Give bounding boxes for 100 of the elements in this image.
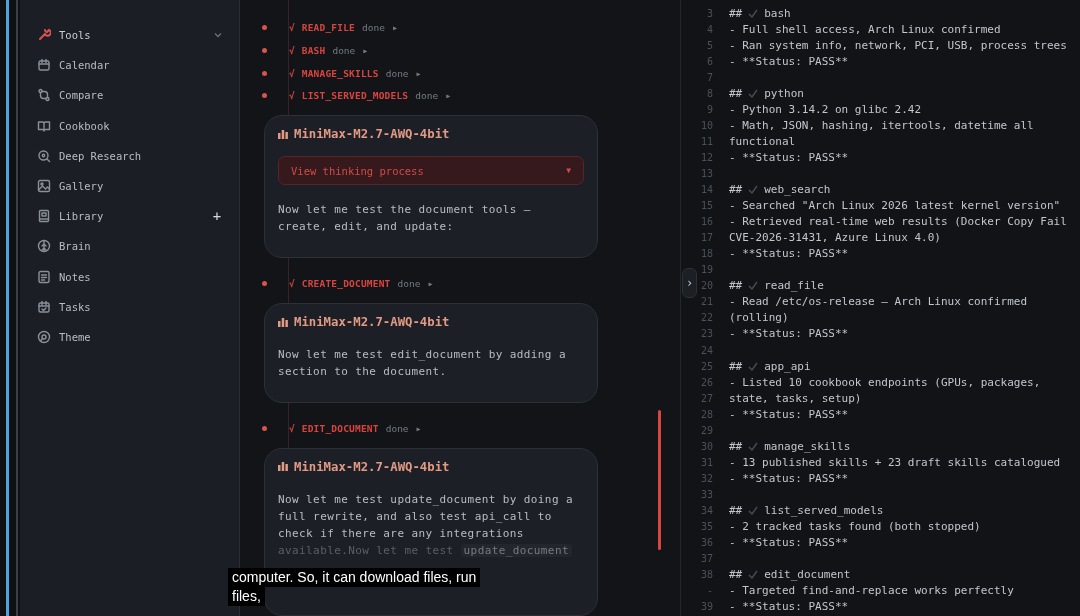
model-name: MiniMax-M2.7-AWQ-4bit: [294, 459, 450, 474]
notes-icon: [37, 269, 51, 284]
heading-mark: ##: [729, 6, 743, 20]
document-line: - **Status: PASS**: [729, 600, 849, 614]
line-number: 6: [706, 55, 713, 67]
tool-status: done: [362, 21, 385, 33]
bar-chart-icon: [278, 317, 288, 327]
check-icon: [748, 441, 759, 451]
tasks-icon: [37, 299, 51, 314]
sidebar-item[interactable]: Notes: [37, 261, 223, 292]
tool-name[interactable]: LIST_SERVED_MODELS: [301, 90, 409, 102]
line-number: 31: [700, 456, 713, 468]
document-line: - Searched "Arch Linux 2026 latest kernel version": [729, 199, 1061, 213]
timeline-dot: [262, 93, 267, 99]
line-number: 30: [700, 440, 713, 452]
timeline-dot: [262, 24, 267, 30]
document-line: - **Status: PASS**: [729, 471, 849, 485]
timeline-dot: [262, 70, 267, 76]
tool-name[interactable]: EDIT_DOCUMENT: [301, 423, 379, 435]
sidebar-item[interactable]: Library +: [37, 201, 223, 232]
line-number: 8: [706, 87, 713, 99]
bar-chart-icon: [278, 129, 288, 139]
scrollbar[interactable]: [658, 410, 661, 550]
tool-status: done: [385, 423, 409, 435]
wrench-icon: [37, 28, 51, 43]
thinking-toggle[interactable]: View thinking process ▼: [278, 156, 584, 186]
expand-arrow[interactable]: ▸: [362, 44, 369, 56]
line-number: 15: [700, 200, 713, 212]
document-line: state, tasks, setup): [729, 391, 862, 405]
model-name: MiniMax-M2.7-AWQ-4bit: [294, 315, 450, 330]
timeline-dot: [262, 281, 267, 287]
check-mark: √: [289, 44, 295, 56]
heading-mark: ##: [729, 279, 743, 293]
line-number: 36: [700, 537, 713, 549]
line-number: 20: [700, 280, 713, 292]
tool-name[interactable]: BASH: [301, 44, 326, 56]
sidebar-item[interactable]: Compare: [37, 80, 223, 111]
line-number: 35: [700, 521, 713, 532]
line-number: 7: [706, 71, 713, 83]
check-icon: [748, 185, 759, 195]
message-text: Now let me test the document tools — create, edit, and update:: [278, 202, 532, 236]
heading-mark: ##: [729, 568, 743, 582]
sidebar-item[interactable]: Brain: [37, 231, 223, 262]
sidebar-item[interactable]: Gallery: [37, 170, 223, 202]
check-mark: √: [289, 21, 295, 33]
tool-name[interactable]: READ_FILE: [301, 21, 355, 33]
expand-arrow[interactable]: ▸: [427, 278, 434, 290]
line-number: 21: [700, 296, 713, 308]
check-mark: √: [289, 278, 295, 290]
sidebar-item[interactable]: Tools: [37, 20, 223, 51]
image-icon: [37, 179, 51, 194]
heading-text: python: [764, 86, 804, 100]
expand-arrow[interactable]: ▸: [415, 67, 422, 79]
heading-mark: ##: [729, 439, 743, 453]
check-mark: √: [289, 67, 295, 79]
faded-text: available.Now let me test update_document: [278, 541, 584, 559]
heading-text: web_search: [764, 183, 831, 197]
expand-arrow[interactable]: ▸: [445, 90, 452, 102]
document-line: - **Status: PASS**: [729, 536, 849, 550]
line-number: 33: [700, 488, 713, 500]
expand-arrow[interactable]: ▸: [415, 423, 422, 435]
line-number: 26: [700, 376, 713, 388]
document-line: - **Status: PASS**: [729, 247, 849, 261]
sidebar-item[interactable]: Tasks: [37, 291, 223, 322]
tool-status: done: [397, 278, 421, 290]
heading-text: bash: [764, 6, 791, 20]
tool-name[interactable]: CREATE_DOCUMENT: [301, 278, 391, 290]
document-line: - Read /etc/os-release — Arch Linux confirmed: [729, 295, 1027, 309]
line-number: 12: [700, 151, 713, 163]
calendar-icon: [37, 58, 51, 73]
heading-mark: ##: [729, 86, 743, 100]
line-number: 3: [706, 7, 713, 19]
panel-toggle[interactable]: ›: [682, 268, 697, 298]
document-line: - **Status: PASS**: [729, 150, 849, 164]
message-text: Now let me test edit_document by adding a section to the document.: [278, 347, 567, 381]
expand-arrow[interactable]: ▸: [391, 21, 398, 33]
line-number: 5: [706, 39, 713, 51]
search-icon: [37, 148, 51, 163]
heading-text: edit_document: [764, 568, 851, 582]
bar-chart-icon: [278, 462, 288, 472]
line-number: -: [706, 585, 713, 597]
line-number: 23: [700, 328, 713, 340]
tool-name[interactable]: MANAGE_SKILLS: [301, 67, 379, 79]
line-number: 27: [700, 392, 713, 404]
add-button[interactable]: +: [211, 208, 223, 225]
heading-text: list_served_models: [764, 503, 884, 517]
timeline-dot: [262, 426, 267, 432]
check-mark: √: [289, 90, 295, 102]
sidebar-item[interactable]: Cookbook: [37, 110, 223, 141]
line-number: 28: [700, 408, 713, 420]
document-line: - Math, JSON, hashing, itertools, datetime all: [729, 118, 1034, 132]
sidebar-item[interactable]: Deep Research: [37, 140, 223, 171]
sidebar-item[interactable]: Theme: [37, 321, 223, 353]
check-icon: [748, 88, 759, 98]
line-number: 29: [700, 424, 713, 436]
sidebar-item[interactable]: Calendar: [37, 50, 223, 81]
line-number: 11: [700, 135, 713, 147]
line-number: 34: [700, 504, 713, 516]
document-line: CVE-2026-31431, Azure Linux 4.0): [729, 231, 941, 245]
line-number: 14: [700, 184, 713, 196]
